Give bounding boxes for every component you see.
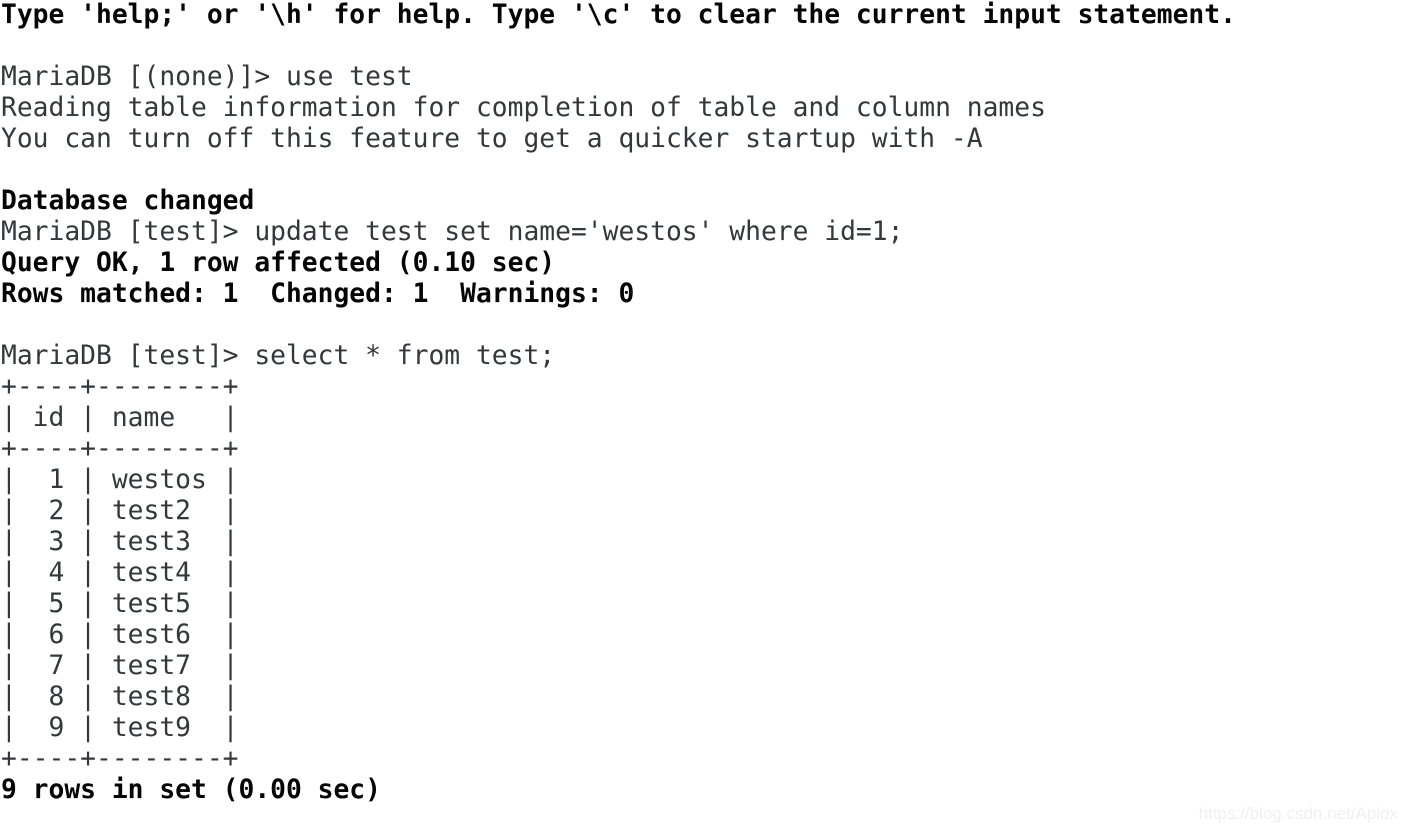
terminal-line: MariaDB [test]> select * from test; (1, 341, 556, 371)
terminal-output[interactable]: Type 'help;' or '\h' for help. Type '\c'… (0, 0, 1406, 828)
terminal-line: Database changed (1, 186, 255, 216)
terminal-line: +----+--------+ (1, 744, 239, 774)
terminal-line: MariaDB [test]> update test set name='we… (1, 217, 904, 247)
terminal-line: | 6 | test6 | (1, 620, 239, 650)
terminal-line: | id | name | (1, 403, 239, 433)
terminal-line: +----+--------+ (1, 372, 239, 402)
terminal-line: | 5 | test5 | (1, 589, 239, 619)
terminal-line: | 4 | test4 | (1, 558, 239, 588)
terminal-line: | 7 | test7 | (1, 651, 239, 681)
terminal-line: Reading table information for completion… (1, 93, 1046, 123)
terminal-line: You can turn off this feature to get a q… (1, 124, 983, 154)
terminal-line: | 8 | test8 | (1, 682, 239, 712)
terminal-line: Rows matched: 1 Changed: 1 Warnings: 0 (1, 279, 635, 309)
terminal-line: | 2 | test2 | (1, 496, 239, 526)
terminal-line: MariaDB [(none)]> use test (1, 62, 413, 92)
terminal-line: +----+--------+ (1, 434, 239, 464)
terminal-line: Query OK, 1 row affected (0.10 sec) (1, 248, 556, 278)
terminal-line: Type 'help;' or '\h' for help. Type '\c'… (1, 0, 1236, 30)
terminal-line: | 3 | test3 | (1, 527, 239, 557)
terminal-line: 9 rows in set (0.00 sec) (1, 775, 381, 805)
terminal-line: | 1 | westos | (1, 465, 239, 495)
terminal-line: | 9 | test9 | (1, 713, 239, 743)
watermark-text: https://blog.csdn.net/Aplox (1198, 804, 1398, 823)
